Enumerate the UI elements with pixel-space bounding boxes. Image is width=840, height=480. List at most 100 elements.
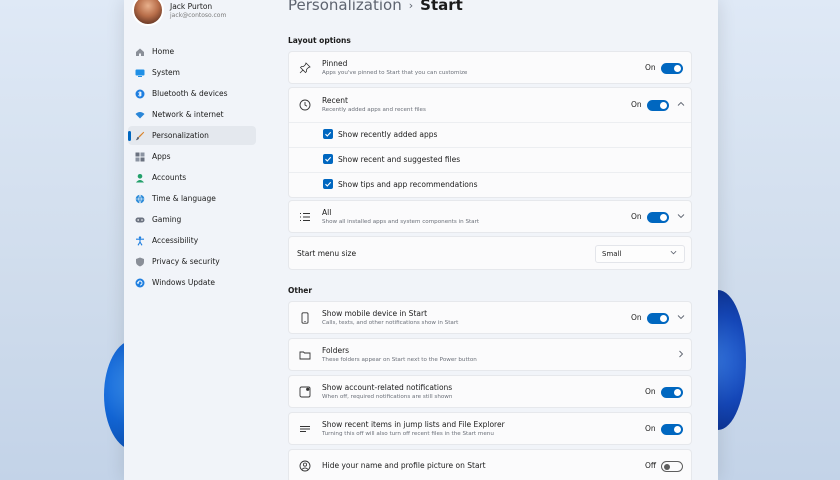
sidebar-item-label: Apps — [152, 152, 171, 161]
shield-icon — [135, 257, 145, 267]
chevron-up-icon[interactable] — [677, 100, 685, 110]
sidebar-item-label: System — [152, 68, 180, 77]
pinned-description: Apps you've pinned to Start that you can… — [322, 70, 468, 76]
clock-icon — [299, 99, 311, 111]
account-notifications-description: When off, required notifications are sti… — [322, 394, 453, 400]
main-content: Personalization › Start Layout options P… — [286, 0, 696, 480]
checkbox-checked-icon[interactable] — [323, 179, 333, 189]
profile-email: jack@contoso.com — [170, 11, 227, 19]
sidebar-item-label: Accounts — [152, 173, 187, 182]
sidebar-item-label: Privacy & security — [152, 257, 220, 266]
sidebar-item-personalization[interactable]: Personalization — [128, 126, 256, 145]
sidebar-item-gaming[interactable]: Gaming — [128, 210, 256, 229]
chevron-down-icon[interactable] — [677, 212, 685, 222]
recently-added-apps-option[interactable]: Show recently added apps — [323, 129, 437, 139]
globe-icon — [135, 194, 145, 204]
system-icon — [135, 68, 145, 78]
list-icon — [299, 211, 311, 223]
sidebar-item-label: Personalization — [152, 131, 209, 140]
pinned-toggle-state: On — [645, 63, 656, 72]
sidebar: Jack Purton jack@contoso.com Home System — [124, 0, 264, 480]
sidebar-nav: Home System Bluetooth & devices Network … — [128, 42, 256, 294]
sidebar-item-home[interactable]: Home — [128, 42, 256, 61]
hide-profile-title: Hide your name and profile picture on St… — [322, 461, 486, 470]
jump-lists-toggle[interactable] — [661, 424, 683, 435]
account-notifications-toggle[interactable] — [661, 387, 683, 398]
mobile-toggle[interactable] — [647, 313, 669, 324]
folders-title: Folders — [322, 346, 350, 355]
all-toggle[interactable] — [647, 212, 669, 223]
gamepad-icon — [135, 215, 145, 225]
profile-name: Jack Purton — [170, 1, 213, 11]
recent-suggested-files-option[interactable]: Show recent and suggested files — [323, 154, 460, 164]
checkbox-label: Show tips and app recommendations — [338, 179, 478, 189]
recent-description: Recently added apps and recent files — [322, 107, 426, 113]
breadcrumb-separator: › — [408, 0, 414, 12]
recent-toggle[interactable] — [647, 100, 669, 111]
menu-size-card: Start menu size Small — [288, 236, 692, 270]
recent-title: Recent — [322, 96, 348, 105]
pinned-toggle[interactable] — [661, 63, 683, 74]
all-setting-card: All Show all installed apps and system c… — [288, 200, 692, 233]
chevron-right-icon[interactable] — [677, 350, 685, 360]
profile-picture-icon — [299, 460, 311, 472]
divider — [289, 147, 691, 148]
folder-icon — [299, 349, 311, 361]
menu-size-value: Small — [602, 250, 622, 258]
tips-recommendations-option[interactable]: Show tips and app recommendations — [323, 179, 478, 189]
account-notifications-title: Show account-related notifications — [322, 383, 453, 392]
hide-profile-toggle-state: Off — [645, 461, 657, 470]
pin-icon — [299, 62, 311, 74]
accounts-icon — [135, 173, 145, 183]
all-toggle-state: On — [631, 212, 642, 221]
accessibility-icon — [135, 235, 145, 246]
breadcrumb: Personalization › Start — [288, 0, 463, 14]
lines-icon — [299, 423, 311, 435]
chevron-down-icon — [670, 246, 677, 262]
sidebar-item-time-language[interactable]: Time & language — [128, 189, 256, 208]
divider — [289, 122, 691, 123]
folders-card[interactable]: Folders These folders appear on Start ne… — [288, 338, 692, 371]
checkbox-checked-icon[interactable] — [323, 154, 333, 164]
mobile-device-card: Show mobile device in Start Calls, texts… — [288, 301, 692, 334]
menu-size-label: Start menu size — [297, 249, 357, 258]
hide-profile-card: Hide your name and profile picture on St… — [288, 449, 692, 480]
recent-setting-card: Recent Recently added apps and recent fi… — [288, 87, 692, 198]
sidebar-item-privacy[interactable]: Privacy & security — [128, 252, 256, 271]
bluetooth-icon — [135, 89, 145, 99]
sidebar-item-network[interactable]: Network & internet — [128, 105, 256, 124]
sidebar-item-windows-update[interactable]: Windows Update — [128, 273, 256, 292]
divider — [289, 172, 691, 173]
sidebar-item-label: Bluetooth & devices — [152, 89, 228, 98]
sidebar-item-label: Gaming — [152, 215, 182, 224]
folders-description: These folders appear on Start next to th… — [322, 357, 477, 363]
update-icon — [135, 278, 145, 288]
sidebar-item-accessibility[interactable]: Accessibility — [128, 231, 256, 250]
pinned-title: Pinned — [322, 59, 348, 68]
sidebar-item-bluetooth[interactable]: Bluetooth & devices — [128, 84, 256, 103]
sidebar-item-accounts[interactable]: Accounts — [128, 168, 256, 187]
section-title-layout: Layout options — [288, 36, 351, 45]
menu-size-dropdown[interactable]: Small — [595, 245, 685, 263]
sidebar-item-label: Accessibility — [152, 236, 199, 245]
checkbox-label: Show recently added apps — [338, 129, 438, 139]
all-description: Show all installed apps and system compo… — [322, 219, 480, 225]
avatar[interactable] — [132, 0, 164, 26]
apps-icon — [135, 152, 145, 162]
mobile-toggle-state: On — [631, 313, 642, 322]
mobile-device-title: Show mobile device in Start — [322, 309, 428, 318]
breadcrumb-parent[interactable]: Personalization — [288, 0, 402, 14]
settings-window: Jack Purton jack@contoso.com Home System — [124, 0, 718, 480]
sidebar-item-apps[interactable]: Apps — [128, 147, 256, 166]
section-title-other: Other — [288, 286, 313, 295]
checkbox-checked-icon[interactable] — [323, 129, 333, 139]
checkbox-label: Show recent and suggested files — [338, 154, 461, 164]
jump-lists-toggle-state: On — [645, 424, 656, 433]
profile[interactable]: Jack Purton jack@contoso.com — [132, 0, 226, 26]
sidebar-item-system[interactable]: System — [128, 63, 256, 82]
recent-toggle-state: On — [631, 100, 642, 109]
jump-lists-title: Show recent items in jump lists and File… — [322, 420, 505, 429]
hide-profile-toggle[interactable] — [661, 461, 683, 472]
home-icon — [135, 47, 145, 57]
chevron-down-icon[interactable] — [677, 313, 685, 323]
